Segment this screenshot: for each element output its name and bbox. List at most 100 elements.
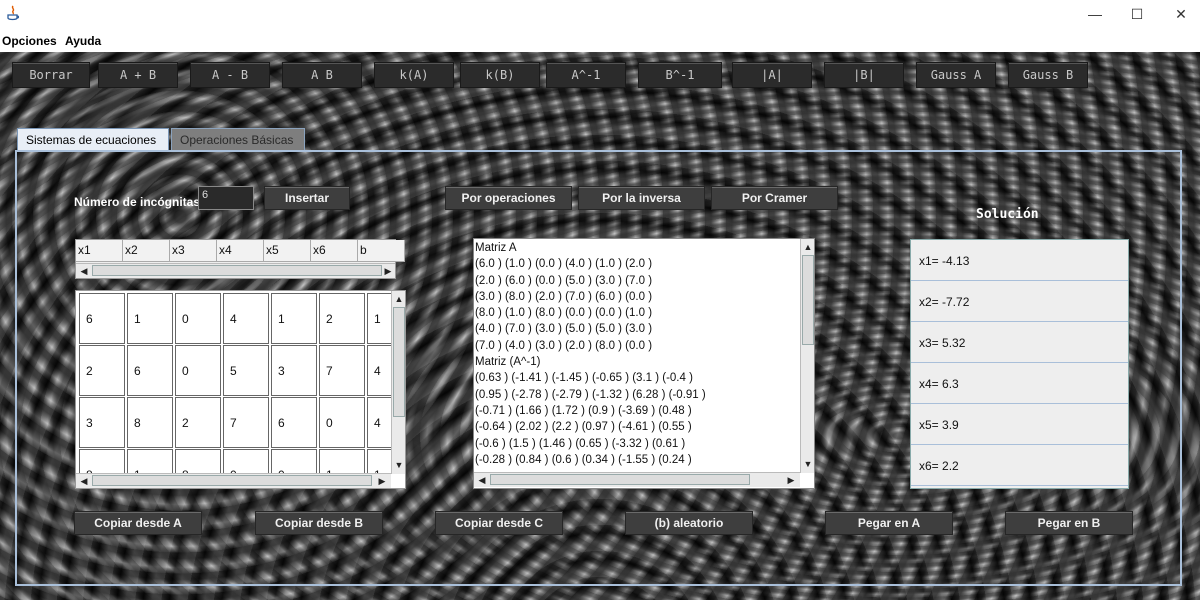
output-text-area[interactable]: Matriz A (6.0 ) (1.0 ) (0.0 ) (4.0 ) (1.0…: [473, 238, 815, 489]
scroll-right-icon[interactable]: ▶: [375, 474, 389, 488]
toolbar-a-times-b-button[interactable]: A B: [282, 62, 362, 88]
column-header: x4: [217, 240, 264, 262]
solution-item[interactable]: x2= -7.72: [911, 281, 1128, 322]
scroll-down-icon[interactable]: ▼: [392, 458, 405, 472]
toolbar-gauss-b-button[interactable]: Gauss B: [1008, 62, 1088, 88]
matrix-cell[interactable]: 2: [319, 293, 365, 344]
toolbar-a-inverse-button[interactable]: A^-1: [546, 62, 626, 88]
matrix-cell[interactable]: 0: [175, 345, 221, 396]
output-line: (2.0 ) (6.0 ) (0.0 ) (5.0 ) (3.0 ) (7.0 …: [475, 274, 653, 287]
toolbar-a-plus-b-button[interactable]: A + B: [98, 62, 178, 88]
solution-item[interactable]: x3= 5.32: [911, 322, 1128, 363]
toolbar-k-b-button[interactable]: k(B): [460, 62, 540, 88]
solution-item[interactable]: x6= 2.2: [911, 445, 1128, 486]
paste-in-a-button[interactable]: Pegar en A: [825, 511, 953, 535]
matrix-cell[interactable]: 0: [319, 397, 365, 448]
scroll-left-icon[interactable]: ◀: [77, 264, 91, 278]
solution-title: Solución: [976, 207, 1039, 222]
toolbar-k-a-button[interactable]: k(A): [374, 62, 454, 88]
output-horizontal-scrollbar[interactable]: ◀ ▶: [474, 472, 800, 487]
paste-in-b-button[interactable]: Pegar en B: [1005, 511, 1133, 535]
unknowns-input[interactable]: 6: [198, 186, 254, 210]
scroll-up-icon[interactable]: ▲: [392, 292, 405, 306]
matrix-cell[interactable]: 8: [127, 397, 173, 448]
by-operations-button[interactable]: Por operaciones: [445, 186, 572, 210]
minimize-button[interactable]: —: [1080, 4, 1110, 24]
copy-from-b-button[interactable]: Copiar desde B: [255, 511, 383, 535]
scroll-thumb[interactable]: [802, 255, 814, 345]
coefficient-matrix-table: 6104121260537438276048180011 ▲ ▼ ◀ ▶: [75, 290, 406, 489]
matrix-cell[interactable]: 2: [175, 397, 221, 448]
title-bar: — ☐ ✕: [0, 0, 1200, 30]
scroll-thumb[interactable]: [92, 475, 372, 486]
column-header: b: [358, 240, 405, 262]
output-line: (-0.64 ) (2.02 ) (2.2 ) (0.97 ) (-4.61 )…: [475, 421, 692, 434]
matrix-cell[interactable]: 6: [79, 293, 125, 344]
solution-item[interactable]: x1= -4.13: [911, 240, 1128, 281]
output-line: (-0.28 ) (0.84 ) (0.6 ) (0.34 ) (-1.55 )…: [475, 453, 692, 466]
output-line: (4.0 ) (7.0 ) (3.0 ) (5.0 ) (5.0 ) (3.0 …: [475, 323, 653, 336]
scroll-right-icon[interactable]: ▶: [381, 264, 395, 278]
toolbar: Borrar A + B A - B A B k(A) k(B) A^-1 B^…: [0, 54, 1200, 94]
output-line: (6.0 ) (1.0 ) (0.0 ) (4.0 ) (1.0 ) (2.0 …: [475, 258, 653, 271]
toolbar-det-b-button[interactable]: |B|: [824, 62, 904, 88]
menu-ayuda[interactable]: Ayuda: [65, 34, 101, 48]
matrix-cell[interactable]: 3: [79, 397, 125, 448]
column-header: x3: [170, 240, 217, 262]
solution-item[interactable]: x5= 3.9: [911, 404, 1128, 445]
scroll-down-icon[interactable]: ▼: [801, 457, 814, 471]
output-vertical-scrollbar[interactable]: ▲ ▼: [800, 239, 814, 473]
header-row: x1 x2 x3 x4 x5 x6 b: [76, 240, 405, 262]
matrix-cell[interactable]: 5: [223, 345, 269, 396]
matrix-cell[interactable]: 0: [175, 293, 221, 344]
matrix-horizontal-scrollbar[interactable]: ◀ ▶: [76, 473, 391, 488]
matrix-cell[interactable]: 4: [223, 293, 269, 344]
matrix-cell[interactable]: 3: [271, 345, 317, 396]
column-header: x5: [264, 240, 311, 262]
output-line: Matriz A: [475, 242, 517, 254]
solution-list: x1= -4.13 x2= -7.72 x3= 5.32 x4= 6.3 x5=…: [910, 239, 1129, 489]
menu-opciones[interactable]: Opciones: [2, 34, 57, 48]
matrix-cell[interactable]: 7: [223, 397, 269, 448]
output-line: (0.95 ) (-2.78 ) (-2.79 ) (-1.32 ) (6.28…: [475, 388, 706, 401]
column-header: x1: [76, 240, 123, 262]
toolbar-a-minus-b-button[interactable]: A - B: [190, 62, 270, 88]
scroll-left-icon[interactable]: ◀: [77, 474, 91, 488]
scroll-thumb[interactable]: [393, 307, 405, 417]
maximize-button[interactable]: ☐: [1122, 4, 1152, 24]
insert-button[interactable]: Insertar: [264, 186, 350, 210]
column-header: x2: [123, 240, 170, 262]
matrix-cell[interactable]: 1: [127, 293, 173, 344]
matrix-cell[interactable]: 6: [127, 345, 173, 396]
toolbar-gauss-a-button[interactable]: Gauss A: [916, 62, 996, 88]
output-line: (-0.71 ) (1.66 ) (1.72 ) (0.9 ) (-3.69 )…: [475, 404, 692, 417]
matrix-cell[interactable]: 7: [319, 345, 365, 396]
scroll-left-icon[interactable]: ◀: [475, 473, 489, 487]
column-header-table: x1 x2 x3 x4 x5 x6 b ◀ ▶: [75, 239, 405, 279]
matrix-cell[interactable]: 1: [271, 293, 317, 344]
scroll-up-icon[interactable]: ▲: [801, 240, 814, 254]
close-button[interactable]: ✕: [1166, 4, 1196, 24]
matrix-cell[interactable]: 2: [79, 345, 125, 396]
unknowns-label: Número de incógnitas: [74, 195, 201, 209]
random-b-button[interactable]: (b) aleatorio: [625, 511, 753, 535]
tab-operaciones-basicas[interactable]: Operaciones Básicas: [171, 128, 305, 150]
by-cramer-button[interactable]: Por Cramer: [711, 186, 838, 210]
output-line: (0.63 ) (-1.41 ) (-1.45 ) (-0.65 ) (3.1 …: [475, 372, 693, 385]
by-inverse-button[interactable]: Por la inversa: [578, 186, 705, 210]
copy-from-c-button[interactable]: Copiar desde C: [435, 511, 563, 535]
matrix-vertical-scrollbar[interactable]: ▲ ▼: [391, 291, 405, 474]
scroll-thumb[interactable]: [490, 474, 750, 485]
toolbar-borrar-button[interactable]: Borrar: [12, 62, 90, 88]
copy-from-a-button[interactable]: Copiar desde A: [74, 511, 202, 535]
toolbar-b-inverse-button[interactable]: B^-1: [638, 62, 722, 88]
toolbar-det-a-button[interactable]: |A|: [732, 62, 812, 88]
matrix-cell[interactable]: 6: [271, 397, 317, 448]
scroll-right-icon[interactable]: ▶: [784, 473, 798, 487]
menu-bar: Opciones Ayuda: [0, 30, 1200, 52]
header-horizontal-scrollbar[interactable]: ◀ ▶: [76, 263, 395, 278]
solution-item[interactable]: x4= 6.3: [911, 363, 1128, 404]
output-line: (7.0 ) (4.0 ) (3.0 ) (2.0 ) (8.0 ) (0.0 …: [475, 339, 653, 352]
scroll-thumb[interactable]: [92, 265, 382, 276]
tab-sistemas-de-ecuaciones[interactable]: Sistemas de ecuaciones: [17, 128, 169, 150]
